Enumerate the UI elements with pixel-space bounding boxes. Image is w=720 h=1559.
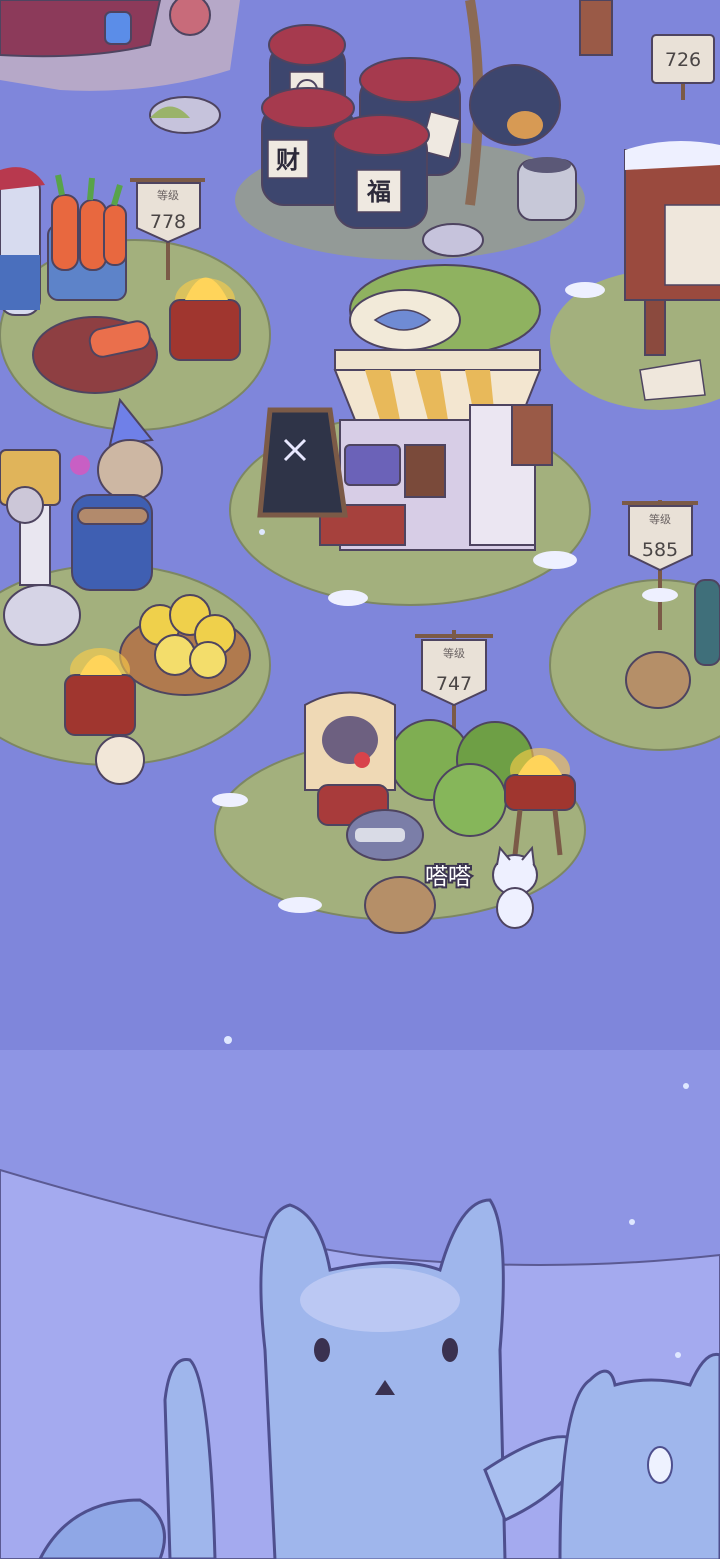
level-label-778: 778 xyxy=(150,211,186,233)
rock-moss xyxy=(149,96,221,134)
menu-chalkboard[interactable] xyxy=(257,407,348,518)
level-label-726: 726 xyxy=(665,49,701,71)
jar-label-fu: 福 xyxy=(366,177,391,206)
notice-paper xyxy=(664,204,720,286)
brazier-fire xyxy=(64,648,136,736)
jar-fu: 福 xyxy=(332,114,430,229)
rug-corner xyxy=(0,0,240,91)
npc-right xyxy=(694,579,720,666)
snow-creature-right xyxy=(558,1352,720,1559)
fallen-jar xyxy=(469,64,561,146)
gear-icon xyxy=(6,486,44,524)
level-caption-778: 等级 xyxy=(157,188,179,202)
level-label-585: 585 xyxy=(642,539,678,561)
npc-chef-left xyxy=(0,167,45,316)
small-pot xyxy=(517,157,577,221)
gift-box-icon xyxy=(344,444,401,486)
blue-bottle xyxy=(104,11,132,45)
brazier-fire xyxy=(169,277,241,361)
speech-bubble-text: 嗒嗒 xyxy=(425,864,471,890)
bread-toaster xyxy=(346,809,424,861)
potion-icon xyxy=(70,455,90,475)
sack-icon xyxy=(625,651,691,709)
pet-icon xyxy=(95,735,145,785)
jar-label-cai: 财 xyxy=(276,145,300,174)
level-caption-585: 等级 xyxy=(649,512,671,526)
npc-white-cat[interactable] xyxy=(492,845,538,929)
level-caption-747: 等级 xyxy=(443,646,465,660)
level-label-747: 747 xyxy=(436,673,472,695)
broken-pot xyxy=(422,223,484,257)
game-scene: 财 福 726 等级 778 等级 585 等级 747 嗒嗒 xyxy=(0,0,720,1559)
npc-raccoon-toast xyxy=(304,691,396,826)
clipboard-icon xyxy=(511,404,553,466)
